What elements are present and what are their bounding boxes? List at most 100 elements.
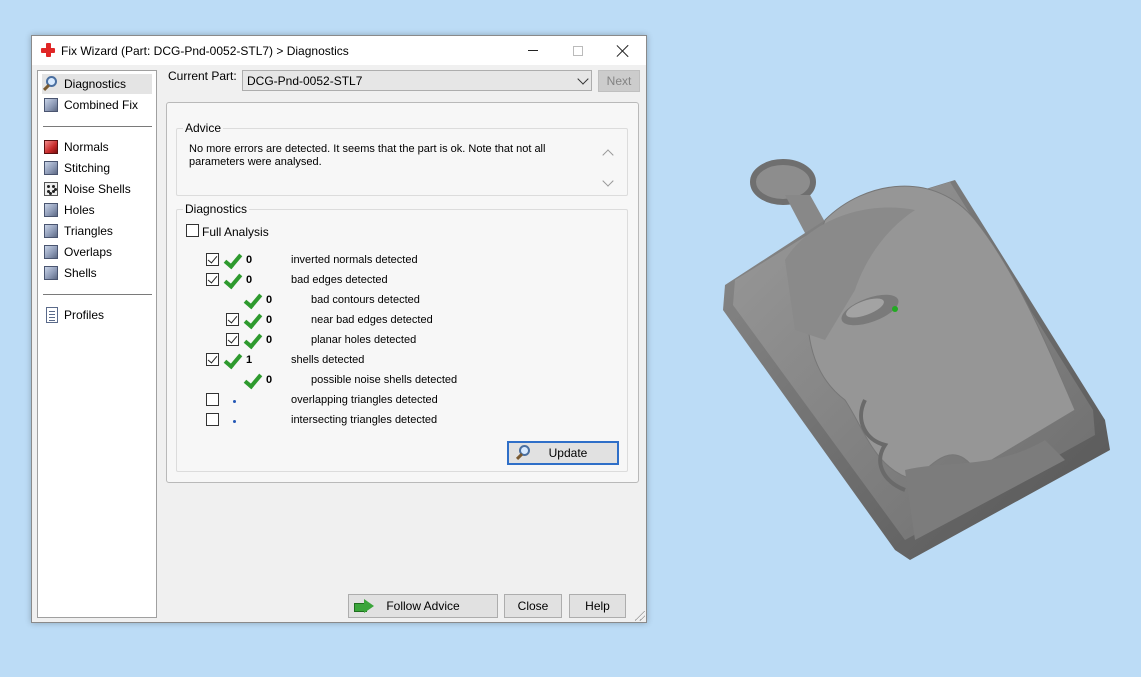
diagnostics-group: Diagnostics Full Analysis 0 inverted nor… [176,202,628,472]
sidebar-item-shells[interactable]: Shells [42,263,152,283]
diag-count: 0 [266,314,273,326]
bad-edges-checkbox[interactable] [206,273,219,286]
close-icon [617,45,629,57]
scroll-up-icon[interactable] [602,149,614,161]
sidebar-item-label: Overlaps [64,245,113,259]
near-bad-edges-checkbox[interactable] [226,313,239,326]
diag-label: bad contours detected [311,294,420,306]
title-bar: Fix Wizard (Part: DCG-Pnd-0052-STL7) > D… [32,36,646,65]
sidebar-item-label: Shells [64,266,97,280]
pendant-3d-model [723,159,1110,560]
close-window-button[interactable] [600,36,645,65]
minimize-button[interactable] [510,36,555,65]
help-button[interactable]: Help [569,594,626,618]
diag-label: possible noise shells detected [311,374,458,386]
follow-advice-label: Follow Advice [386,599,460,613]
diag-count: 1 [246,354,253,366]
sidebar-item-triangles[interactable]: Triangles [42,221,152,241]
advice-group: Advice No more errors are detected. It s… [176,121,628,196]
update-button[interactable]: Update [507,441,619,465]
shells-cube-icon [42,264,60,282]
chevron-down-icon [577,73,589,85]
overlapping-triangles-checkbox[interactable] [206,393,219,406]
check-icon [222,271,240,289]
sidebar-item-label: Holes [64,203,95,217]
current-part-value: DCG-Pnd-0052-STL7 [247,73,363,88]
diag-label: near bad edges detected [311,314,433,326]
full-analysis-label: Full Analysis [202,225,269,239]
sidebar-item-label: Normals [64,140,109,154]
sidebar-item-holes[interactable]: Holes [42,200,152,220]
advice-title: Advice [183,121,224,135]
check-icon [242,291,260,309]
follow-advice-button[interactable]: Follow Advice [348,594,498,618]
diag-label: bad edges detected [291,274,388,286]
intersecting-triangles-checkbox[interactable] [206,413,219,426]
sidebar-item-label: Profiles [64,308,105,322]
diagnostics-title: Diagnostics [183,202,250,216]
sidebar-divider [43,126,152,127]
sidebar-item-profiles[interactable]: Profiles [42,305,152,325]
normals-cube-icon [42,138,60,156]
diag-label: planar holes detected [311,334,417,346]
pending-dot-icon [233,420,236,423]
resize-grip-icon[interactable] [635,611,645,621]
diagnostics-panel: Advice No more errors are detected. It s… [166,102,639,483]
check-icon [242,371,260,389]
sidebar: Diagnostics Combined Fix Normals Stitchi… [37,70,157,618]
magnifier-icon [42,75,60,93]
update-label: Update [548,446,588,460]
diag-count: 0 [266,294,273,306]
sidebar-item-label: Stitching [64,161,111,175]
sidebar-item-noise-shells[interactable]: Noise Shells [42,179,152,199]
sidebar-item-label: Combined Fix [64,98,139,112]
diag-count: 0 [266,334,273,346]
diag-count: 0 [246,254,253,266]
sidebar-item-label: Noise Shells [64,182,131,196]
diag-count: 0 [246,274,253,286]
scroll-down-icon[interactable] [602,175,614,187]
sidebar-item-combined-fix[interactable]: Combined Fix [42,95,152,115]
overlaps-cube-icon [42,243,60,261]
close-button[interactable]: Close [504,594,562,618]
minimize-icon [527,50,538,51]
window-title: Fix Wizard (Part: DCG-Pnd-0052-STL7) > D… [61,44,349,58]
app-cross-icon [41,43,55,57]
sidebar-item-normals[interactable]: Normals [42,137,152,157]
sidebar-item-overlaps[interactable]: Overlaps [42,242,152,262]
inverted-normals-checkbox[interactable] [206,253,219,266]
arrow-right-icon [354,599,374,613]
holes-cube-icon [42,201,60,219]
maximize-icon [572,45,583,56]
advice-text: No more errors are detected. It seems th… [189,143,546,168]
diag-label: shells detected [291,354,365,366]
sidebar-divider [43,294,152,295]
sidebar-item-diagnostics[interactable]: Diagnostics [42,74,152,94]
diag-label: intersecting triangles detected [291,414,438,426]
sidebar-item-label: Diagnostics [64,77,127,91]
diag-count: 0 [266,374,273,386]
current-part-select[interactable]: DCG-Pnd-0052-STL7 [242,70,592,91]
planar-holes-checkbox[interactable] [226,333,239,346]
check-icon [222,351,240,369]
check-icon [222,251,240,269]
check-icon [242,311,260,329]
sidebar-item-stitching[interactable]: Stitching [42,158,152,178]
sidebar-item-label: Triangles [64,224,113,238]
fix-wizard-window: Fix Wizard (Part: DCG-Pnd-0052-STL7) > D… [31,35,647,623]
full-analysis-checkbox[interactable] [186,224,199,237]
triangles-cube-icon [42,222,60,240]
maximize-button[interactable] [555,36,600,65]
document-icon [42,306,60,324]
diag-label: overlapping triangles detected [291,394,438,406]
stitching-cube-icon [42,159,60,177]
magnifier-icon [515,444,533,462]
noise-shells-icon [42,180,60,198]
diag-label: inverted normals detected [291,254,418,266]
next-button[interactable]: Next [598,70,640,92]
check-icon [242,331,260,349]
cube-icon [42,96,60,114]
pending-dot-icon [233,400,236,403]
current-part-label: Current Part: [168,69,237,83]
shells-checkbox[interactable] [206,353,219,366]
